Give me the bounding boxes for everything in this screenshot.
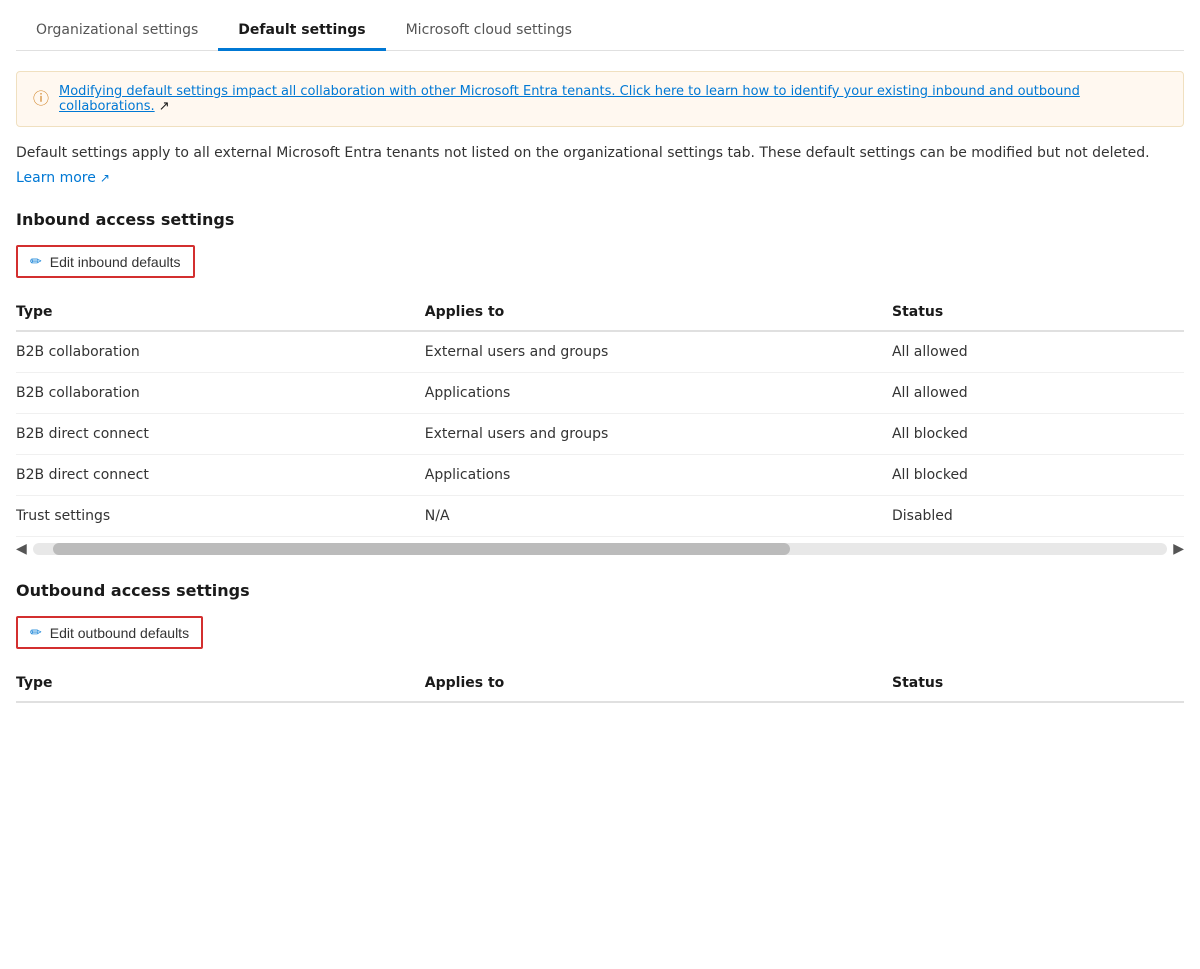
tab-organizational-settings[interactable]: Organizational settings <box>16 12 218 51</box>
cell-type: B2B collaboration <box>16 331 425 373</box>
warning-banner: ⓘ Modifying default settings impact all … <box>16 71 1184 127</box>
cell-type: B2B direct connect <box>16 414 425 455</box>
out-col-applies-to: Applies to <box>425 665 892 702</box>
out-col-type: Type <box>16 665 425 702</box>
cell-applies_to: Applications <box>425 373 892 414</box>
inbound-table-container: Type Applies to Status B2B collaboration… <box>16 294 1184 537</box>
table-row: Trust settingsN/ADisabled <box>16 496 1184 537</box>
scroll-left-arrow[interactable]: ◀ <box>16 541 27 557</box>
table-row: B2B collaborationExternal users and grou… <box>16 331 1184 373</box>
outbound-table-header: Type Applies to Status <box>16 665 1184 702</box>
learn-more-link[interactable]: Learn more ↗ <box>16 170 110 186</box>
learn-more-external-icon: ↗ <box>100 171 110 185</box>
cell-type: Trust settings <box>16 496 425 537</box>
cell-applies_to: External users and groups <box>425 414 892 455</box>
page-content: ⓘ Modifying default settings impact all … <box>16 51 1184 723</box>
inbound-table: Type Applies to Status B2B collaboration… <box>16 294 1184 537</box>
scroll-thumb <box>53 543 790 555</box>
col-type: Type <box>16 294 425 331</box>
warning-external-icon: ↗ <box>159 99 170 114</box>
cell-status: All allowed <box>892 331 1184 373</box>
page-description: Default settings apply to all external M… <box>16 143 1184 164</box>
inbound-table-body: B2B collaborationExternal users and grou… <box>16 331 1184 537</box>
tab-default-settings[interactable]: Default settings <box>218 12 385 51</box>
tabs-nav: Organizational settings Default settings… <box>16 0 1184 51</box>
warning-link[interactable]: Modifying default settings impact all co… <box>59 84 1080 114</box>
inbound-section-title: Inbound access settings <box>16 210 1184 229</box>
outbound-table-container: Type Applies to Status <box>16 665 1184 703</box>
cell-applies_to: Applications <box>425 455 892 496</box>
col-applies-to: Applies to <box>425 294 892 331</box>
cell-status: All allowed <box>892 373 1184 414</box>
cell-type: B2B direct connect <box>16 455 425 496</box>
inbound-scrollbar[interactable]: ◀ ▶ <box>16 541 1184 557</box>
cell-type: B2B collaboration <box>16 373 425 414</box>
scroll-right-arrow[interactable]: ▶ <box>1173 541 1184 557</box>
tab-microsoft-cloud-settings[interactable]: Microsoft cloud settings <box>386 12 592 51</box>
table-row: B2B collaborationApplicationsAll allowed <box>16 373 1184 414</box>
cell-status: Disabled <box>892 496 1184 537</box>
edit-inbound-button[interactable]: ✏ Edit inbound defaults <box>16 245 195 278</box>
edit-outbound-button[interactable]: ✏ Edit outbound defaults <box>16 616 203 649</box>
table-row: B2B direct connectExternal users and gro… <box>16 414 1184 455</box>
out-col-status: Status <box>892 665 1184 702</box>
edit-inbound-icon: ✏ <box>30 253 42 270</box>
edit-inbound-label: Edit inbound defaults <box>50 254 181 270</box>
outbound-table: Type Applies to Status <box>16 665 1184 703</box>
cell-status: All blocked <box>892 455 1184 496</box>
cell-status: All blocked <box>892 414 1184 455</box>
scroll-track[interactable] <box>33 543 1167 555</box>
edit-outbound-icon: ✏ <box>30 624 42 641</box>
col-status: Status <box>892 294 1184 331</box>
cell-applies_to: External users and groups <box>425 331 892 373</box>
cell-applies_to: N/A <box>425 496 892 537</box>
inbound-table-header: Type Applies to Status <box>16 294 1184 331</box>
outbound-section-title: Outbound access settings <box>16 581 1184 600</box>
table-row: B2B direct connectApplicationsAll blocke… <box>16 455 1184 496</box>
edit-outbound-label: Edit outbound defaults <box>50 625 189 641</box>
warning-icon: ⓘ <box>33 85 49 109</box>
